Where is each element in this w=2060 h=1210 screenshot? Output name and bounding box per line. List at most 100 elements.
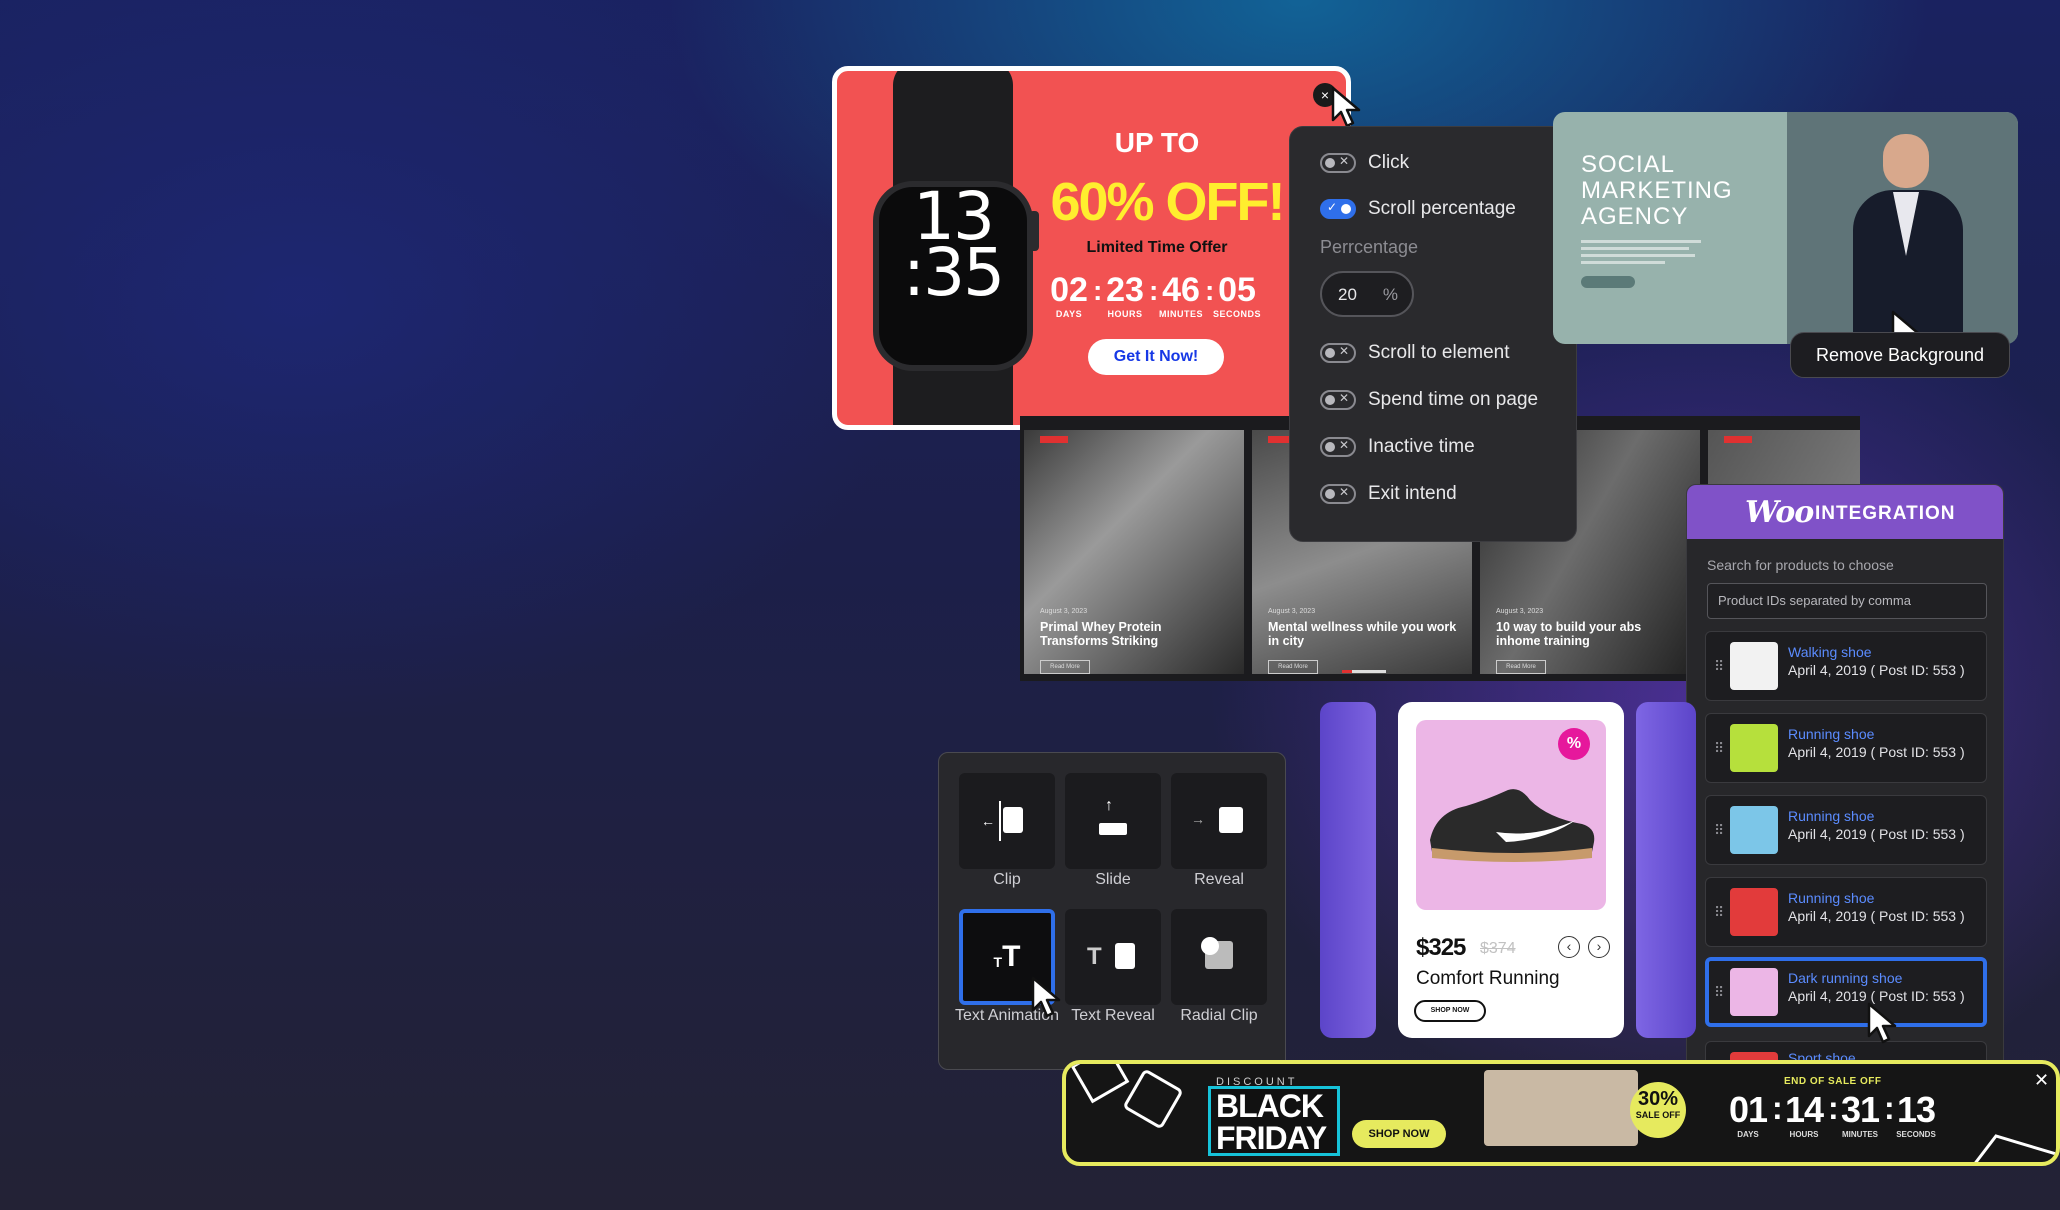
toggle-switch[interactable]: ✕	[1320, 153, 1356, 173]
slider-dots[interactable]	[1342, 670, 1386, 673]
woo-logo: Woo	[1745, 495, 1814, 530]
bf-sale-percent: 30%	[1637, 1088, 1679, 1110]
read-more-button[interactable]: Read More	[1040, 660, 1090, 674]
product-list-item[interactable]: ⠿ Running shoe April 4, 2019 ( Post ID: …	[1705, 713, 1987, 783]
clip-icon	[1003, 807, 1023, 833]
product-name[interactable]: Running shoe	[1788, 808, 1874, 824]
product-price: $325	[1416, 934, 1466, 961]
toggle-switch[interactable]: ✕	[1320, 484, 1356, 504]
anim-tile-clip[interactable]: ←	[959, 773, 1055, 869]
blog-card-date: August 3, 2023	[1496, 608, 1544, 615]
trigger-settings-panel: ✕ Click ✓ Scroll percentage Perrcentage …	[1289, 126, 1577, 542]
product-name[interactable]: Dark running shoe	[1788, 970, 1902, 986]
percentage-input[interactable]: 20 %	[1320, 271, 1414, 317]
toggle-switch[interactable]: ✓	[1320, 199, 1356, 219]
product-name[interactable]: Running shoe	[1788, 726, 1874, 742]
read-more-button[interactable]: Read More	[1268, 660, 1318, 674]
social-read-more	[1581, 276, 1635, 288]
blog-card[interactable]: August 3, 2023 Primal Whey Protein Trans…	[1024, 430, 1244, 674]
mouse-cursor-icon	[1031, 976, 1061, 1018]
popup-limited: Limited Time Offer	[1086, 239, 1228, 256]
bf-close-button[interactable]: ✕	[2034, 1070, 2049, 1091]
black-friday-banner: DISCOUNT BLACK FRIDAY SHOP NOW 30% SALE …	[1062, 1060, 2060, 1166]
product-list-item-selected[interactable]: ⠿ Dark running shoe April 4, 2019 ( Post…	[1705, 957, 1987, 1027]
countdown-label: SECONDS	[1212, 309, 1261, 319]
bf-countdown-minutes: 31 MINUTES	[1836, 1090, 1884, 1140]
product-card[interactable]: % $325 $374 ‹ › Comfort Running SHOP NOW	[1398, 702, 1624, 1038]
sale-popup: 13:35 × UP TO 60% OFF! Limited Time Offe…	[832, 66, 1351, 430]
toggle-switch[interactable]: ✕	[1320, 390, 1356, 410]
blog-card-date: August 3, 2023	[1040, 608, 1088, 615]
blog-card-tag	[1724, 436, 1752, 443]
trigger-label: Scroll to element	[1368, 342, 1510, 363]
trigger-scroll-percentage[interactable]: ✓ Scroll percentage	[1320, 195, 1516, 223]
drag-handle-icon[interactable]: ⠿	[1714, 658, 1724, 675]
product-name[interactable]: Walking shoe	[1788, 644, 1872, 660]
anim-tile-slide[interactable]: ↑	[1065, 773, 1161, 869]
drag-handle-icon[interactable]: ⠿	[1714, 904, 1724, 921]
drag-handle-icon[interactable]: ⠿	[1714, 984, 1724, 1001]
product-thumb	[1730, 968, 1778, 1016]
countdown-label: MINUTES	[1159, 309, 1203, 319]
carousel-next-button[interactable]: ›	[1588, 936, 1610, 958]
woo-header: Woo INTEGRATION	[1687, 485, 2003, 539]
trigger-inactive-time[interactable]: ✕ Inactive time	[1320, 433, 1475, 461]
carousel-next-card	[1636, 702, 1696, 1038]
slide-icon	[1099, 823, 1127, 835]
anim-tile-text-reveal[interactable]: T	[1065, 909, 1161, 1005]
countdown-value: 02	[1050, 271, 1088, 309]
popup-up-to: UP TO	[1114, 127, 1200, 158]
shop-now-button[interactable]: SHOP NOW	[1414, 1000, 1486, 1022]
trigger-label: Exit intend	[1368, 483, 1457, 504]
product-thumb	[1730, 888, 1778, 936]
trigger-scroll-to-element[interactable]: ✕ Scroll to element	[1320, 339, 1510, 367]
trigger-label: Click	[1368, 152, 1410, 173]
anim-label: Slide	[1095, 871, 1131, 888]
anim-tile-radial-clip[interactable]	[1171, 909, 1267, 1005]
trigger-label: Scroll percentage	[1368, 198, 1516, 219]
trigger-spend-time[interactable]: ✕ Spend time on page	[1320, 386, 1538, 414]
product-meta: April 4, 2019 ( Post ID: 553 )	[1788, 744, 1965, 760]
blog-card-title: Primal Whey Protein Transforms Striking	[1040, 620, 1162, 648]
toggle-switch[interactable]: ✕	[1320, 343, 1356, 363]
trigger-exit-intend[interactable]: ✕ Exit intend	[1320, 480, 1457, 508]
toggle-switch[interactable]: ✕	[1320, 437, 1356, 457]
product-thumb	[1730, 806, 1778, 854]
woo-search-label: Search for products to choose	[1707, 557, 1894, 573]
drag-handle-icon[interactable]: ⠿	[1714, 822, 1724, 839]
product-list-item[interactable]: ⠿ Running shoe April 4, 2019 ( Post ID: …	[1705, 877, 1987, 947]
bf-shop-now-button[interactable]: SHOP NOW	[1352, 1120, 1446, 1148]
bf-sale-badge: 30% SALE OFF	[1630, 1082, 1686, 1138]
carousel-prev-button[interactable]: ‹	[1558, 936, 1580, 958]
product-name[interactable]: Running shoe	[1788, 890, 1874, 906]
bf-countdown-value: 01	[1728, 1089, 1768, 1130]
bf-countdown-seconds: 13 SECONDS	[1892, 1089, 1940, 1140]
bf-countdown-days: 01 DAYS	[1724, 1089, 1772, 1140]
animation-picker: ← Clip ↑ Slide → Reveal TT Text Animatio…	[938, 752, 1286, 1070]
product-name: Comfort Running	[1416, 968, 1560, 989]
countdown-seconds: 05 SECONDS	[1211, 271, 1263, 319]
product-ids-input[interactable]: Product IDs separated by comma	[1707, 583, 1987, 619]
product-thumb	[1730, 642, 1778, 690]
blog-card-title: Mental wellness while you work in city	[1268, 620, 1457, 648]
popup-discount: 60% OFF!	[1050, 172, 1285, 232]
countdown-value: 05	[1218, 271, 1256, 309]
decor-squares-icon	[1070, 1064, 1182, 1128]
blog-card-date: August 3, 2023	[1268, 608, 1316, 615]
drag-handle-icon[interactable]: ⠿	[1714, 740, 1724, 757]
get-it-now-button[interactable]: Get It Now!	[1088, 339, 1224, 375]
anim-tile-reveal[interactable]: →	[1171, 773, 1267, 869]
product-list-item[interactable]: ⠿ Running shoe April 4, 2019 ( Post ID: …	[1705, 795, 1987, 865]
product-old-price: $374	[1480, 940, 1516, 957]
bf-countdown-value: 13	[1896, 1089, 1936, 1130]
trigger-click[interactable]: ✕ Click	[1320, 149, 1409, 177]
mouse-cursor-icon	[1331, 86, 1361, 128]
product-list-item[interactable]: ⠿ Walking shoe April 4, 2019 ( Post ID: …	[1705, 631, 1987, 701]
decor-triangle-icon	[1974, 1134, 2056, 1162]
read-more-button[interactable]: Read More	[1496, 660, 1546, 674]
woo-integration-panel: Woo INTEGRATION Search for products to c…	[1686, 484, 2004, 1064]
remove-background-button[interactable]: Remove Background	[1790, 332, 2010, 378]
percentage-label: Perrcentage	[1320, 237, 1419, 257]
bf-countdown-hours: 14 HOURS	[1780, 1090, 1828, 1140]
anim-label: Clip	[993, 871, 1021, 888]
